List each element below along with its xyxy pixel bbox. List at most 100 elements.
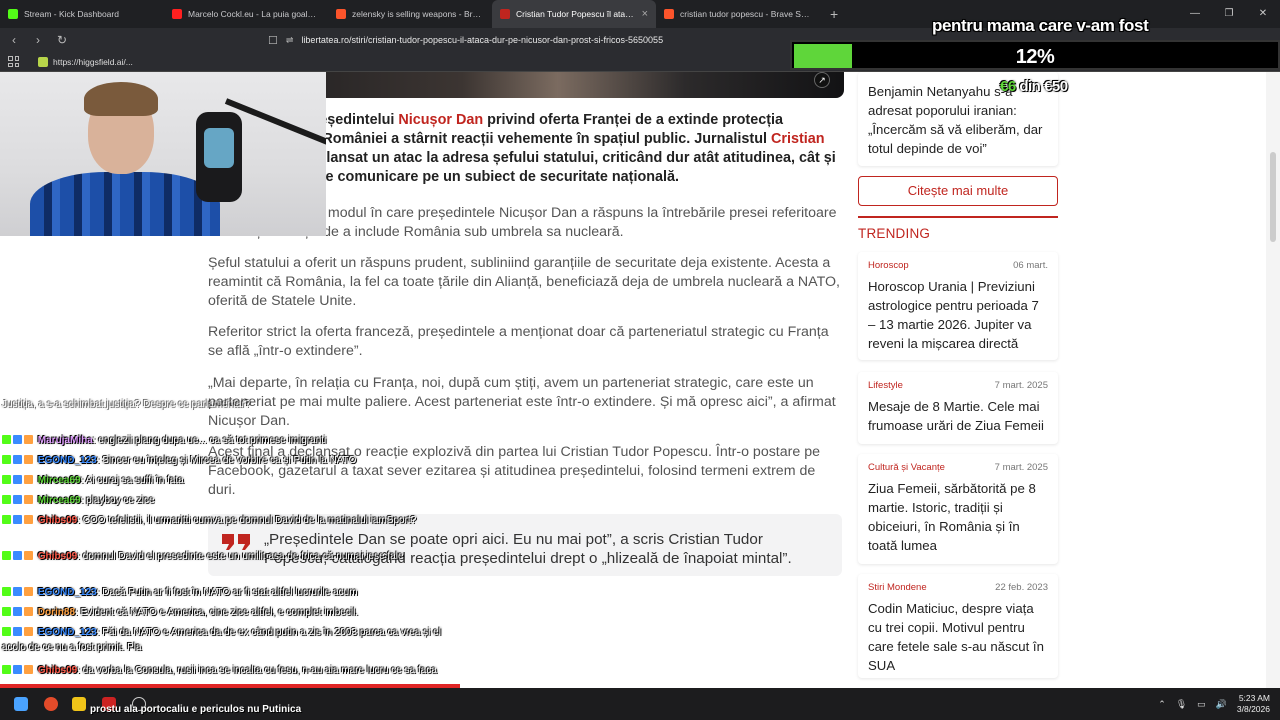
tab-title: zelensky is selling weapons - Brave S — [352, 9, 484, 19]
badge-icon — [13, 665, 22, 674]
system-tray: ⌃ 🎙 ▭ 🔊 5:23 AM 3/8/2026 — [1158, 688, 1280, 720]
minimize-icon[interactable]: — — [1178, 0, 1212, 28]
donation-progress-bar: 12% — [790, 40, 1280, 70]
badge-icon — [24, 551, 33, 560]
bookmark-star-icon[interactable]: ☐ — [268, 34, 278, 47]
card-category[interactable]: Lifestyle — [868, 380, 903, 391]
screen: Stream - Kick Dashboard Marcelo Cockl.eu … — [0, 0, 1280, 720]
chat-badges — [2, 515, 35, 529]
card-meta: Cultură și Vacanțe 7 mart. 2025 — [868, 462, 1048, 473]
badge-icon — [2, 435, 11, 444]
browser-tab[interactable]: Cristian Tudor Popescu îl atacă d × — [492, 0, 656, 28]
chat-username: Mircea69 — [37, 495, 81, 506]
chevron-up-icon[interactable]: ⌃ — [1158, 699, 1166, 710]
trending-card[interactable]: Cultură și Vacanțe 7 mart. 2025 Ziua Femei… — [858, 454, 1058, 564]
chat-text: : englezii plang dupa ue... ca să tot pr… — [92, 435, 327, 446]
browser-tab[interactable]: zelensky is selling weapons - Brave S — [328, 0, 492, 28]
bookmark-higgsfield[interactable]: https://higgsfield.ai/... — [38, 56, 133, 67]
address-field[interactable]: ☐ ⇌ libertatea.ro/stiri/cristian-tudor-p… — [268, 31, 788, 49]
tab-title: Cristian Tudor Popescu îl atacă d — [516, 9, 636, 19]
card-category[interactable]: Stiri Mondene — [868, 582, 927, 593]
badge-icon — [24, 495, 33, 504]
badge-icon — [24, 475, 33, 484]
chat-text: : domnul David el presedinte este un umi… — [77, 551, 404, 562]
chat-text: : COO tefelistii, il urmaritti cumva pe … — [77, 515, 417, 526]
volume-icon[interactable]: 🔊 — [1216, 699, 1227, 710]
trending-card[interactable]: Lifestyle 7 mart. 2025 Mesaje de 8 Martie.… — [858, 372, 1058, 444]
badge-icon — [2, 627, 11, 636]
trending-card[interactable]: Stiri Mondene 22 feb. 2023 Codin Maticiuc,… — [858, 574, 1058, 678]
card-category[interactable]: Horoscop — [868, 260, 909, 271]
chat-message: MarujaMiha: englezii plang dupa ue... ca… — [2, 434, 458, 449]
badge-icon — [2, 455, 11, 464]
donation-goal-amount: €6 din €50 — [1000, 78, 1068, 95]
bookmark-label: https://higgsfield.ai/... — [53, 56, 133, 67]
lead-link[interactable]: Cristian — [771, 131, 825, 147]
trending-heading: TRENDING — [858, 226, 931, 241]
badge-icon — [24, 455, 33, 464]
card-date: 22 feb. 2023 — [995, 582, 1048, 593]
network-icon[interactable]: ▭ — [1197, 699, 1206, 710]
badge-icon — [2, 495, 11, 504]
chat-username: Ghibs09 — [37, 515, 78, 526]
chat-badges — [2, 495, 35, 509]
tab-favicon-icon — [336, 9, 346, 19]
chat-username: EGOND_123 — [37, 455, 97, 466]
clock-time: 5:23 AM — [1238, 693, 1270, 703]
browser-tab[interactable]: cristian tudor popescu - Brave Search — [656, 0, 820, 28]
chat-message: Justiția, a s-a schimbat justiția? Despr… — [2, 398, 458, 412]
browser-tab[interactable]: Marcelo Cockl.eu - La puia goală (fe — [164, 0, 328, 28]
reload-icon[interactable]: ↻ — [52, 33, 72, 47]
badge-icon — [24, 627, 33, 636]
lead-link[interactable]: Nicușor Dan — [398, 112, 483, 128]
image-expand-icon[interactable]: ↗ — [814, 72, 830, 88]
goal-total: €50 — [1044, 78, 1068, 95]
new-tab-button[interactable]: + — [820, 6, 848, 22]
badge-icon — [24, 587, 33, 596]
forward-icon[interactable]: › — [28, 33, 48, 47]
back-icon[interactable]: ‹ — [4, 33, 24, 47]
quote-icon — [222, 534, 250, 550]
browser-tab[interactable]: Stream - Kick Dashboard — [0, 0, 164, 28]
close-window-icon[interactable]: ✕ — [1246, 0, 1280, 28]
chat-message: Ghibs09: domnul David el presedinte este… — [2, 550, 458, 565]
chat-badges — [2, 607, 35, 621]
badge-icon — [2, 515, 11, 524]
chat-text: : Dacă Putin ar fi fost în NATO ar fi st… — [96, 587, 358, 598]
badge-icon — [13, 435, 22, 444]
brave-icon[interactable] — [44, 697, 58, 711]
chat-badges — [2, 587, 35, 601]
badge-icon — [13, 455, 22, 464]
folder-icon[interactable] — [72, 697, 86, 711]
goal-separator: din — [1015, 78, 1045, 95]
chat-message: Ghibs09: COO tefelistii, il urmaritti cu… — [2, 514, 458, 529]
maximize-icon[interactable]: ❐ — [1212, 0, 1246, 28]
streamer-hair — [84, 82, 158, 116]
bookmark-favicon — [38, 56, 48, 67]
microphone-icon[interactable]: 🎙 — [1176, 699, 1187, 710]
apps-grid-icon[interactable] — [8, 56, 19, 67]
card-meta: Horoscop 06 mart. — [868, 260, 1048, 271]
badge-icon — [24, 435, 33, 444]
pinned-chat-message: prostu ala portocaliu e periculos nu Put… — [90, 704, 302, 715]
tab-close-icon[interactable]: × — [642, 8, 648, 20]
chat-username: Mircea69 — [37, 475, 81, 486]
read-more-button[interactable]: Citește mai multe — [858, 176, 1058, 206]
chat-badges — [2, 455, 35, 469]
start-icon[interactable] — [14, 697, 28, 711]
chat-badges — [2, 627, 35, 641]
window-controls: — ❐ ✕ — [1178, 0, 1280, 28]
url-text: libertatea.ro/stiri/cristian-tudor-popes… — [301, 35, 664, 45]
webcam-overlay — [0, 72, 326, 236]
page-scrollbar[interactable] — [1266, 72, 1280, 688]
trending-card[interactable]: Horoscop 06 mart. Horoscop Urania | Previz… — [858, 252, 1058, 360]
card-date: 7 mart. 2025 — [994, 380, 1048, 391]
chat-username: Ghibs09 — [37, 665, 78, 676]
card-category[interactable]: Cultură și Vacanțe — [868, 462, 945, 473]
site-info-icon[interactable]: ⇌ — [286, 35, 294, 46]
scrollbar-thumb[interactable] — [1270, 152, 1276, 242]
badge-icon — [24, 665, 33, 674]
system-clock[interactable]: 5:23 AM 3/8/2026 — [1237, 693, 1270, 715]
tab-title: Stream - Kick Dashboard — [24, 9, 119, 19]
badge-icon — [13, 607, 22, 616]
